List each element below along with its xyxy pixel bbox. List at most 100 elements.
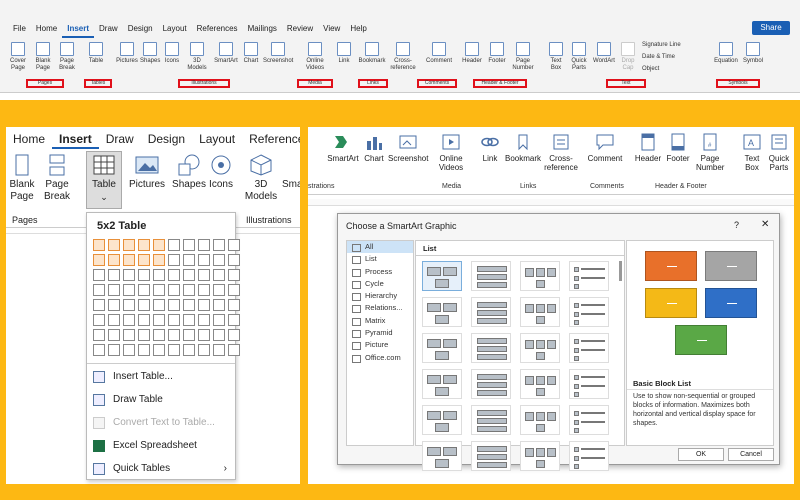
table-grid-cell[interactable]	[153, 239, 165, 251]
table-grid-cell[interactable]	[108, 344, 120, 356]
cross-reference-button[interactable]: Cross-reference	[390, 42, 416, 72]
category-item[interactable]: Office.com	[347, 352, 413, 364]
table-grid-cell[interactable]	[138, 254, 150, 266]
table-grid-cell[interactable]	[183, 254, 195, 266]
close-icon[interactable]: ✕	[761, 219, 769, 230]
table-grid-cell[interactable]	[123, 314, 135, 326]
right-online-videos-button[interactable]: Online Videos	[434, 133, 468, 172]
help-button[interactable]: ?	[734, 220, 739, 230]
table-grid-cell[interactable]	[183, 314, 195, 326]
table-grid-cell[interactable]	[228, 239, 240, 251]
table-grid-cell[interactable]	[228, 254, 240, 266]
convert-text-menu-item[interactable]: Convert Text to Table...	[93, 415, 233, 431]
right-quick-parts-button[interactable]: Quick Parts	[766, 133, 792, 172]
quick-parts-button[interactable]: Quick Parts	[568, 42, 590, 72]
left-tab-design[interactable]: Design	[141, 131, 192, 149]
table-grid-cell[interactable]	[153, 329, 165, 341]
comment-button[interactable]: Comment	[424, 42, 454, 65]
draw-table-menu-item[interactable]: Draw Table	[93, 392, 233, 408]
left-tab-references[interactable]: References	[242, 131, 300, 149]
table-grid-cell[interactable]	[213, 329, 225, 341]
left-blank-page-button[interactable]: Blank Page	[8, 154, 36, 203]
layout-thumbnail[interactable]	[471, 297, 511, 327]
shapes-button[interactable]: Shapes	[140, 42, 160, 65]
layout-thumbnail[interactable]	[569, 369, 609, 399]
tab-file[interactable]: File	[8, 22, 31, 38]
table-grid-cell[interactable]	[168, 344, 180, 356]
table-grid-cell[interactable]	[108, 269, 120, 281]
wordart-button[interactable]: WordArt	[592, 42, 616, 65]
table-grid-cell[interactable]	[183, 239, 195, 251]
table-grid-cell[interactable]	[138, 284, 150, 296]
category-item[interactable]: All	[347, 241, 413, 254]
table-grid-cell[interactable]	[198, 344, 210, 356]
date-time-button[interactable]: Date & Time	[642, 54, 704, 61]
table-grid-cell[interactable]	[93, 284, 105, 296]
bookmark-button[interactable]: Bookmark	[357, 42, 387, 65]
tab-review[interactable]: Review	[282, 22, 318, 38]
table-grid-cell[interactable]	[213, 239, 225, 251]
table-grid-cell[interactable]	[198, 269, 210, 281]
cancel-button[interactable]: Cancel	[728, 448, 774, 461]
table-grid-cell[interactable]	[108, 254, 120, 266]
table-grid-cell[interactable]	[123, 284, 135, 296]
category-item[interactable]: Pyramid	[347, 327, 413, 339]
tab-layout[interactable]: Layout	[158, 22, 192, 38]
category-item[interactable]: Relations...	[347, 302, 413, 314]
tab-references[interactable]: References	[192, 22, 243, 38]
right-footer-button[interactable]: Footer	[664, 133, 692, 163]
symbol-button[interactable]: Symbol	[742, 42, 764, 65]
right-text-box-button[interactable]: A Text Box	[740, 133, 764, 172]
layout-thumbnail[interactable]	[422, 441, 462, 471]
signature-line-button[interactable]: Signature Line	[642, 42, 704, 49]
table-grid-cell[interactable]	[93, 299, 105, 311]
layout-thumbnail[interactable]	[471, 441, 511, 471]
left-tab-home[interactable]: Home	[6, 131, 52, 149]
layout-thumbnail[interactable]	[471, 405, 511, 435]
chart-button[interactable]: Chart	[242, 42, 260, 65]
table-size-grid[interactable]	[93, 239, 240, 356]
right-cross-reference-button[interactable]: Cross-reference	[544, 133, 578, 172]
left-tab-insert[interactable]: Insert	[52, 131, 99, 149]
table-grid-cell[interactable]	[168, 269, 180, 281]
tab-insert[interactable]: Insert	[62, 22, 95, 38]
table-grid-cell[interactable]	[138, 299, 150, 311]
table-grid-cell[interactable]	[123, 239, 135, 251]
tab-help[interactable]: Help	[345, 22, 371, 38]
table-grid-cell[interactable]	[153, 299, 165, 311]
screenshot-button[interactable]: Screenshot	[263, 42, 293, 65]
layout-thumbnail[interactable]	[422, 405, 462, 435]
table-grid-cell[interactable]	[198, 299, 210, 311]
table-grid-cell[interactable]	[228, 299, 240, 311]
table-grid-cell[interactable]	[183, 329, 195, 341]
table-grid-cell[interactable]	[198, 329, 210, 341]
table-grid-cell[interactable]	[123, 344, 135, 356]
table-button[interactable]: Table	[86, 42, 106, 65]
layout-scrollbar[interactable]	[619, 261, 622, 281]
left-table-button[interactable]: Table ⌄	[88, 154, 120, 203]
left-page-break-button[interactable]: Page Break	[42, 154, 72, 203]
table-grid-cell[interactable]	[153, 254, 165, 266]
table-grid-cell[interactable]	[108, 239, 120, 251]
layout-thumbnail[interactable]	[569, 333, 609, 363]
table-grid-cell[interactable]	[198, 284, 210, 296]
layout-thumbnail[interactable]	[520, 297, 560, 327]
table-grid-cell[interactable]	[168, 239, 180, 251]
table-grid-cell[interactable]	[138, 239, 150, 251]
layout-thumbnail[interactable]	[520, 369, 560, 399]
table-grid-cell[interactable]	[168, 299, 180, 311]
icons-button[interactable]: Icons	[163, 42, 181, 65]
table-grid-cell[interactable]	[213, 284, 225, 296]
table-grid-cell[interactable]	[213, 254, 225, 266]
object-button[interactable]: Object	[642, 66, 704, 73]
table-grid-cell[interactable]	[138, 314, 150, 326]
left-icons-button[interactable]: Icons	[206, 154, 236, 191]
link-button[interactable]: Link	[335, 42, 353, 65]
page-break-button[interactable]: Page Break	[57, 42, 77, 72]
table-grid-cell[interactable]	[213, 344, 225, 356]
layout-thumbnail[interactable]	[422, 261, 462, 291]
category-item[interactable]: Process	[347, 266, 413, 278]
blank-page-button[interactable]: Blank Page	[33, 42, 53, 72]
quick-tables-menu-item[interactable]: Quick Tables ›	[93, 461, 233, 477]
left-3d-models-button[interactable]: 3D Models	[242, 154, 280, 203]
